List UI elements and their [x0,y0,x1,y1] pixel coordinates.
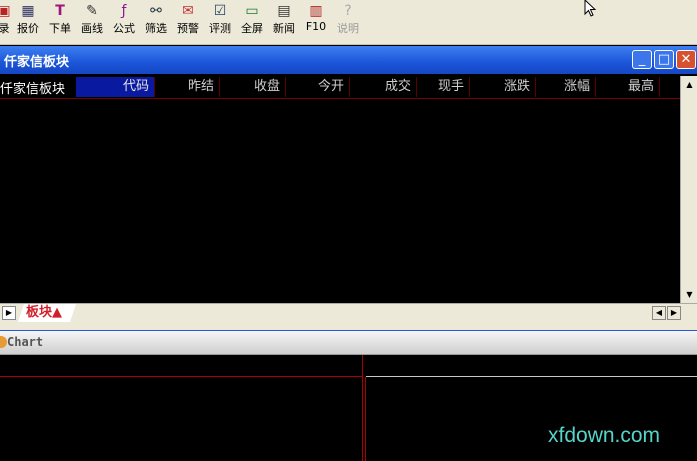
toolbar-news-button[interactable]: ▤ 新闻 [270,0,298,40]
toolbar-quote-button[interactable]: ▦ 报价 [14,0,42,40]
scroll-left-icon[interactable]: ◀ [652,306,666,320]
tab-scroll-right-icon[interactable]: ▶ [2,306,16,320]
books-icon: ▥ [309,3,323,19]
help-icon: ? [344,3,352,19]
column-header-volume[interactable]: 成交 [350,77,417,97]
toolbar-formula-button[interactable]: ƒ 公式 [110,0,138,40]
toolbar-alert-button[interactable]: ✉ 预警 [174,0,202,40]
block-name: 仟家信板块 [0,82,66,97]
window-title-bar[interactable]: 仟家信板块 _ □ ✕ [0,46,697,74]
toolbar-label: 公式 [113,22,135,35]
column-header-prev-settle[interactable]: 昨结 [155,77,220,97]
toolbar-login-button[interactable]: ▣ 录 [0,0,14,40]
minimize-button[interactable]: _ [632,50,652,69]
sheet-tab-bar: ▶ 板块▲ ◀ ▶ [0,303,697,322]
minimize-icon: _ [638,52,646,67]
watermark: xfdown.com [548,424,661,447]
alert-icon: ✉ [182,3,194,19]
grid-line [362,355,363,461]
column-header-current-hand[interactable]: 现手 [417,77,470,97]
maximize-button[interactable]: □ [654,50,674,69]
column-header-high[interactable]: 最高 [596,77,660,97]
chart-icon [0,336,7,348]
chart-panel-title: Chart [7,335,44,349]
column-header-close[interactable]: 收盘 [220,77,286,97]
close-icon: ✕ [680,52,692,67]
draw-icon: ✎ [86,3,98,19]
grid-line [0,376,362,377]
close-button[interactable]: ✕ [676,50,696,69]
toolbar-label: 报价 [17,22,39,35]
toolbar-label: 下单 [49,22,71,35]
scroll-right-icon[interactable]: ▶ [667,306,681,320]
grid-line [366,376,697,377]
toolbar-test-button[interactable]: ☑ 评测 [206,0,234,40]
toolbar-label: F10 [305,20,327,33]
toolbar-label: 预警 [177,22,199,35]
login-icon: ▣ [0,3,11,19]
order-icon: T [55,3,65,19]
column-header-code[interactable]: 代码 [76,77,155,97]
toolbar-help-button[interactable]: ? 说明 [334,0,362,40]
vertical-scrollbar[interactable]: ▲ ▼ [680,76,697,304]
tab-block[interactable]: 板块▲ [18,304,76,322]
maximize-icon: □ [657,52,671,67]
toolbar-label: 评测 [209,22,231,35]
toolbar-label: 画线 [81,22,103,35]
toolbar-label: 录 [0,22,10,35]
scroll-up-icon[interactable]: ▲ [683,78,696,91]
grid-line [365,377,366,461]
test-icon: ☑ [213,3,227,19]
toolbar-label: 筛选 [145,22,167,35]
toolbar-draw-button[interactable]: ✎ 画线 [78,0,106,40]
scroll-down-icon[interactable]: ▼ [683,288,696,301]
toolbar-fullscreen-button[interactable]: ▭ 全屏 [238,0,266,40]
column-header-open[interactable]: 今开 [286,77,350,97]
fullscreen-icon: ▭ [245,3,259,19]
quote-table-body[interactable] [0,99,680,303]
toolbar-label: 新闻 [273,22,295,35]
table-header: 仟家信板块 代码 昨结 收盘 今开 成交 现手 涨跌 涨幅 最高 [0,76,680,99]
chart-panel-header: Chart [0,331,697,355]
column-header-change[interactable]: 涨跌 [470,77,536,97]
formula-icon: ƒ [121,3,127,19]
main-toolbar: ▣ 录 ▦ 报价 T 下单 ✎ 画线 ƒ 公式 ⚯ 筛选 ✉ 预警 ☑ 评测 ▭… [0,0,697,45]
mouse-cursor-icon [584,0,597,17]
toolbar-label: 全屏 [241,22,263,35]
toolbar-filter-button[interactable]: ⚯ 筛选 [142,0,170,40]
quote-icon: ▦ [21,3,35,19]
toolbar-label: 说明 [337,22,359,35]
toolbar-order-button[interactable]: T 下单 [46,0,74,40]
column-header-change-pct[interactable]: 涨幅 [536,77,596,97]
toolbar-f10-button[interactable]: ▥ F10 [302,0,330,40]
window-title: 仟家信板块 [4,55,70,70]
news-icon: ▤ [277,3,291,19]
filter-icon: ⚯ [150,3,162,19]
